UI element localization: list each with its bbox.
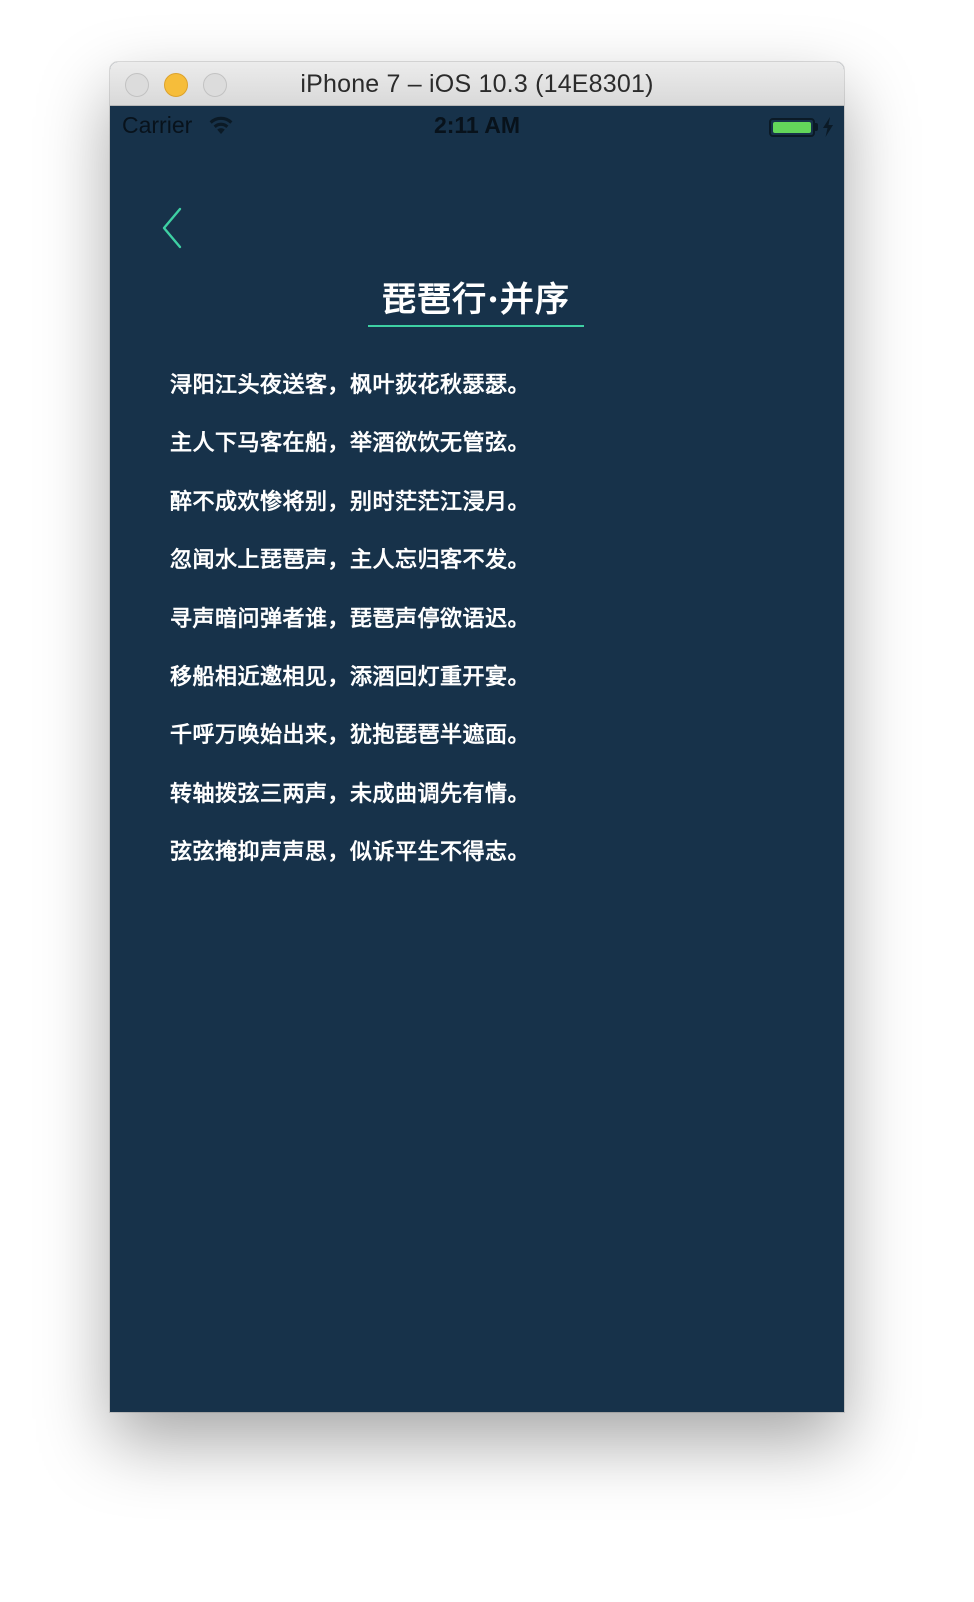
- charging-bolt-icon: [823, 117, 833, 137]
- battery-level-fill: [773, 122, 811, 133]
- poem-line: 转轴拨弦三两声，未成曲调先有情。: [170, 780, 531, 807]
- simulator-window: iPhone 7 – iOS 10.3 (14E8301) Carrier 2:…: [110, 62, 844, 1412]
- poem-body: 浔阳江头夜送客，枫叶荻花秋瑟瑟。 主人下马客在船，举酒欲饮无管弦。 醉不成欢惨将…: [170, 356, 770, 882]
- status-time: 2:11 AM: [433, 112, 521, 138]
- title-underline: [368, 325, 584, 327]
- poem-line: 浔阳江头夜送客，枫叶荻花秋瑟瑟。: [170, 372, 531, 398]
- poem-line: 醉不成欢惨将别，别时茫茫江浸月。: [170, 488, 531, 515]
- poem-line: 主人下马客在船，举酒欲饮无管弦。: [170, 430, 531, 457]
- poem-line: 寻声暗问弹者谁，琵琶声停欲语迟。: [170, 605, 531, 632]
- status-bar: Carrier 2:11 AM: [110, 106, 844, 146]
- poem-line: 千呼万唤始出来，犹抱琵琶半遮面。: [170, 722, 531, 749]
- poem-title: 琵琶行·并序: [382, 280, 570, 320]
- device-screen: Carrier 2:11 AM 琵琶行·并序 浔阳江头夜送客，枫叶荻花秋瑟瑟。: [110, 106, 844, 1412]
- window-titlebar[interactable]: iPhone 7 – iOS 10.3 (14E8301): [110, 62, 844, 106]
- battery-icon: [769, 118, 815, 137]
- poem-line: 弦弦掩抑声声思，似诉平生不得志。: [170, 839, 531, 866]
- window-title: iPhone 7 – iOS 10.3 (14E8301): [300, 70, 654, 98]
- back-button[interactable]: [158, 206, 192, 254]
- chevron-left-icon: [162, 207, 182, 249]
- battery-nub: [815, 123, 818, 131]
- poem-line: 移船相近邀相见，添酒回灯重开宴。: [170, 663, 531, 690]
- poem-line: 忽闻水上琵琶声，主人忘归客不发。: [170, 547, 531, 574]
